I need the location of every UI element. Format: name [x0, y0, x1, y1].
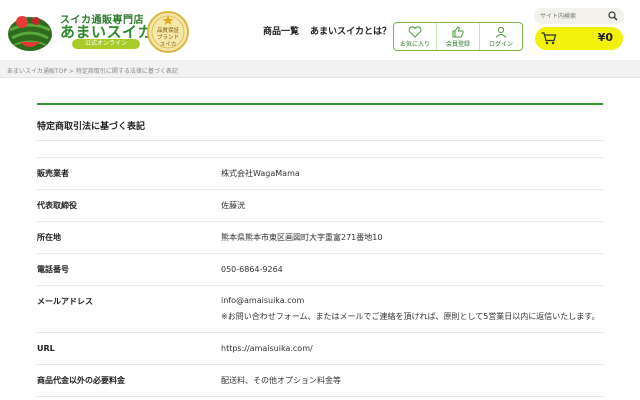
- seal-line-3: スイカ: [160, 41, 177, 48]
- heart-icon: [408, 26, 422, 38]
- watermelon-logo-icon[interactable]: [6, 12, 54, 52]
- row-value: 佐藤洸: [221, 201, 245, 210]
- seal-line-2: ブランド: [157, 33, 179, 41]
- search-input[interactable]: [540, 11, 606, 21]
- row-key: 代表取締役: [37, 201, 77, 210]
- info-row-phone: 電話番号 050-6864-9264: [37, 254, 603, 286]
- row-value: 株式会社WagaMama: [221, 169, 300, 178]
- breadcrumb[interactable]: あまいスイカ通販TOP > 特定商取引に関する法律に基づく表記: [0, 60, 640, 78]
- email-link[interactable]: info@amaisuika.com: [221, 296, 304, 305]
- info-row-seller: 販売業者 株式会社WagaMama: [37, 158, 603, 190]
- cart-total: ¥0: [597, 31, 613, 44]
- main-content: 特定商取引法に基づく表記 販売業者 株式会社WagaMama 代表取締役 佐藤洸…: [37, 103, 603, 397]
- login-button[interactable]: ログイン: [480, 23, 522, 50]
- thumbs-up-icon: [452, 26, 464, 38]
- site-search: [534, 8, 624, 24]
- favorites-label: お気に入り: [399, 41, 430, 48]
- account-icon-group: お気に入り 会員登録 ログイン: [393, 22, 523, 51]
- site-header: スイカ通販専門店 あまいスイカ 公式オンライン 品質保証 ブランド スイカ 商品…: [0, 0, 640, 60]
- seal-line-1: 品質保証: [157, 26, 180, 34]
- login-label: ログイン: [488, 41, 513, 48]
- register-button[interactable]: 会員登録: [437, 23, 480, 50]
- info-row-fees: 商品代金以外の必要料金 配送料、その他オプション料金等: [37, 365, 603, 397]
- email-note: ※お問い合わせフォーム、またはメールでご連絡を頂ければ、原則として5営業日以内に…: [221, 312, 600, 321]
- quality-seal-icon: 品質保証 ブランド スイカ: [147, 11, 189, 53]
- row-key: 商品代金以外の必要料金: [37, 376, 125, 385]
- row-key: メールアドレス: [37, 297, 93, 306]
- search-icon[interactable]: [608, 11, 618, 21]
- user-icon: [495, 26, 507, 38]
- page-title: 特定商取引法に基づく表記: [37, 105, 603, 141]
- logo-badge: 公式オンライン: [72, 39, 140, 49]
- row-key: 所在地: [37, 233, 61, 242]
- row-key: 販売業者: [37, 169, 69, 178]
- row-value: 配送料、その他オプション料金等: [221, 376, 341, 385]
- row-value: 熊本県熊本市東区画図町大字重富271番地10: [221, 233, 383, 242]
- spacer-row: [37, 141, 603, 158]
- cart-button[interactable]: ¥0: [535, 27, 623, 50]
- row-value: 050-6864-9264: [221, 265, 283, 274]
- row-key: 電話番号: [37, 265, 69, 274]
- info-row-url: URL https://amaisuika.com/: [37, 333, 603, 365]
- url-link[interactable]: https://amaisuika.com/: [221, 344, 313, 353]
- nav-about[interactable]: あまいスイカとは？: [310, 24, 391, 37]
- register-label: 会員登録: [445, 41, 470, 48]
- info-row-representative: 代表取締役 佐藤洸: [37, 190, 603, 222]
- favorites-button[interactable]: お気に入り: [394, 23, 437, 50]
- info-row-address: 所在地 熊本県熊本市東区画図町大字重富271番地10: [37, 222, 603, 254]
- row-key: URL: [37, 344, 55, 353]
- cart-icon: [541, 32, 557, 45]
- nav-products[interactable]: 商品一覧: [263, 24, 299, 37]
- info-row-email: メールアドレス info@amaisuika.com ※お問い合わせフォーム、ま…: [37, 286, 603, 333]
